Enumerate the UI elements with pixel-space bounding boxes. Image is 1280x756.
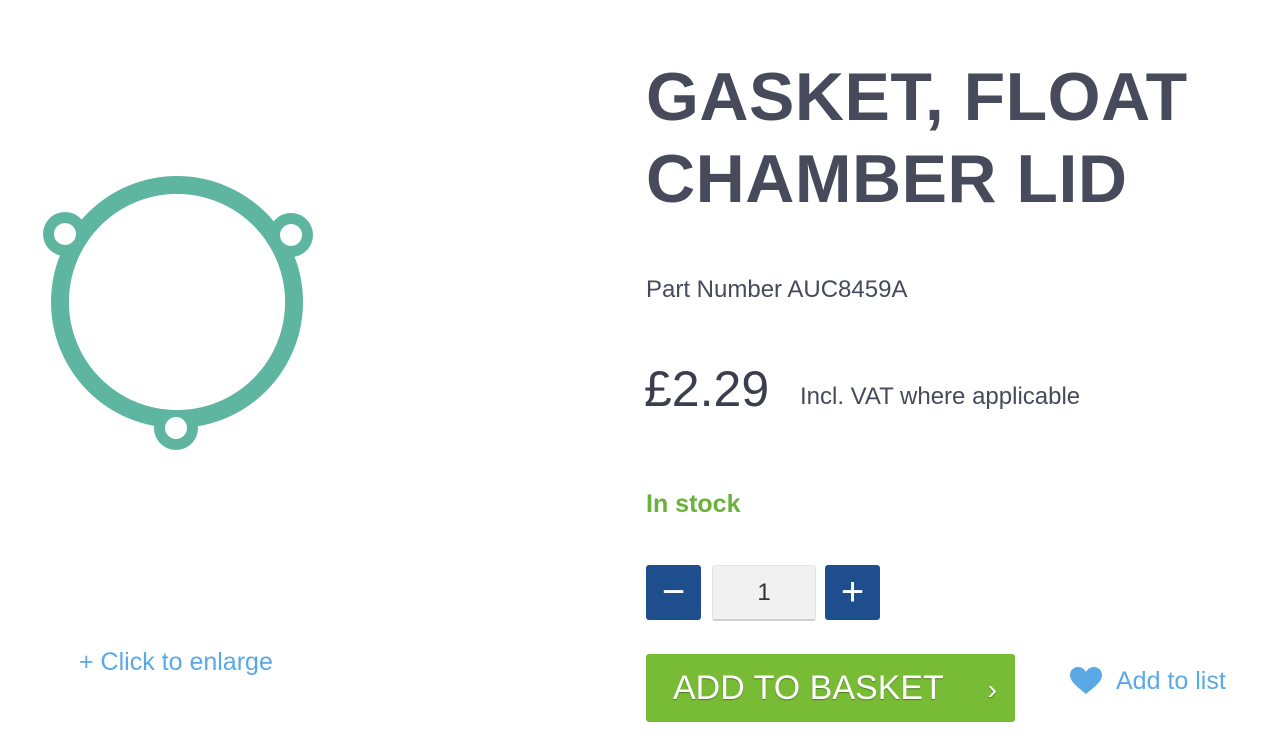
quantity-decrease-button[interactable]: − bbox=[646, 565, 701, 620]
stock-status: In stock bbox=[646, 490, 741, 518]
add-to-list-label: Add to list bbox=[1116, 666, 1226, 695]
product-price: £2.29 bbox=[644, 361, 770, 417]
product-page: + Click to enlarge GASKET, FLOAT CHAMBER… bbox=[0, 0, 1280, 756]
heart-icon bbox=[1070, 667, 1102, 694]
click-to-enlarge-link[interactable]: + Click to enlarge bbox=[79, 648, 273, 677]
vat-note: Incl. VAT where applicable bbox=[800, 383, 1081, 410]
part-number: Part Number AUC8459A bbox=[646, 276, 908, 303]
add-to-basket-label: ADD TO BASKET bbox=[673, 668, 944, 707]
add-to-list-link[interactable]: Add to list bbox=[1070, 663, 1226, 699]
gasket-image bbox=[43, 176, 313, 450]
chevron-right-icon: › bbox=[987, 674, 997, 705]
product-title: GASKET, FLOAT CHAMBER LID bbox=[646, 59, 1188, 217]
add-to-basket-button[interactable]: ADD TO BASKET › bbox=[646, 654, 1015, 722]
quantity-increase-button[interactable]: + bbox=[825, 565, 880, 620]
product-image[interactable] bbox=[30, 160, 330, 460]
quantity-input[interactable] bbox=[712, 565, 816, 621]
